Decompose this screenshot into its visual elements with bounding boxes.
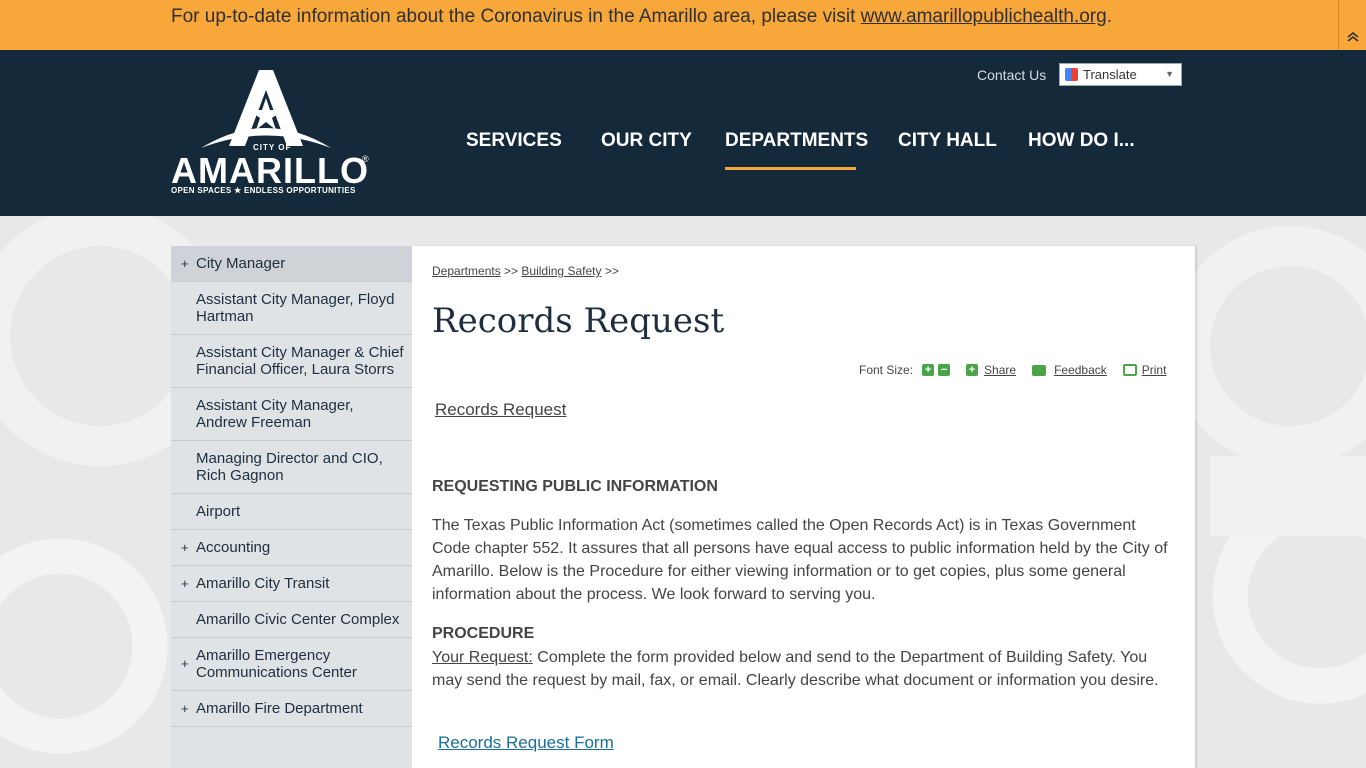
google-translate-icon <box>1065 68 1078 81</box>
print-link[interactable]: Print <box>1142 363 1167 377</box>
page-title: Records Request <box>432 301 725 341</box>
alert-message: For up-to-date information about the Cor… <box>171 6 861 27</box>
sidebar-item-accounting[interactable]: + Accounting <box>171 530 412 566</box>
plus-icon[interactable]: + <box>181 655 189 672</box>
nav-services[interactable]: SERVICES <box>466 130 562 152</box>
procedure-text: Complete the form provided below and sen… <box>432 649 1159 689</box>
nav-our-city[interactable]: OUR CITY <box>601 130 692 152</box>
contact-us-link[interactable]: Contact Us <box>977 67 1046 83</box>
sidebar-nav: + City Manager Assistant City Manager, Fl… <box>171 246 412 768</box>
breadcrumb-departments[interactable]: Departments <box>432 264 501 278</box>
sidebar-item-floyd-hartman[interactable]: Assistant City Manager, Floyd Hartman <box>171 282 412 335</box>
sidebar-item-label: Assistant City Manager & Chief Financial… <box>196 344 404 378</box>
breadcrumb: Departments >> Building Safety >> <box>432 264 619 278</box>
breadcrumb-separator: >> <box>504 264 519 278</box>
font-size-label: Font Size: <box>859 363 914 377</box>
sidebar-item-label: City Manager <box>196 255 286 272</box>
print-icon[interactable] <box>1122 364 1137 376</box>
sidebar-item-andrew-freeman[interactable]: Assistant City Manager, Andrew Freeman <box>171 388 412 441</box>
logo-emblem-icon <box>201 70 331 148</box>
sidebar-item-label: Assistant City Manager, Andrew Freeman <box>196 397 354 431</box>
public-health-link[interactable]: www.amarillopublichealth.org <box>861 6 1107 27</box>
logo-tagline: OPEN SPACES ★ ENDLESS OPPORTUNITIES <box>171 186 356 195</box>
sidebar-item-label: Amarillo Civic Center Complex <box>196 611 400 628</box>
caret-down-icon: ▼ <box>1165 69 1174 79</box>
sidebar-item-rich-gagnon[interactable]: Managing Director and CIO, Rich Gagnon <box>171 441 412 494</box>
main-content: Departments >> Building Safety >> Record… <box>412 246 1195 768</box>
translate-label: Translate <box>1083 67 1137 82</box>
records-request-form-link[interactable]: Records Request Form <box>438 733 614 753</box>
alert-suffix: . <box>1106 6 1112 27</box>
sidebar-item-label: Amarillo Emergency Communications Center <box>196 647 357 681</box>
nav-departments[interactable]: DEPARTMENTS <box>725 130 868 152</box>
alert-text: For up-to-date information about the Cor… <box>171 5 1112 29</box>
feedback-icon[interactable] <box>1032 364 1047 376</box>
font-decrease-icon[interactable]: − <box>938 364 951 376</box>
share-icon[interactable]: + <box>966 364 979 376</box>
sidebar-item-laura-storrs[interactable]: Assistant City Manager & Chief Financial… <box>171 335 412 388</box>
breadcrumb-separator: >> <box>604 264 619 278</box>
chevron-up-icon <box>1347 32 1358 42</box>
section-heading-procedure: PROCEDURE <box>432 625 535 642</box>
sidebar-item-fire-department[interactable]: + Amarillo Fire Department <box>171 691 412 727</box>
share-link[interactable]: Share <box>984 363 1016 377</box>
site-header: CITY OF AMARILLO ® OPEN SPACES ★ ENDLESS… <box>0 50 1366 216</box>
sidebar-item-civic-center[interactable]: Amarillo Civic Center Complex <box>171 602 412 638</box>
breadcrumb-building-safety[interactable]: Building Safety <box>521 264 601 278</box>
intro-paragraph: The Texas Public Information Act (someti… <box>432 517 1168 603</box>
alert-collapse-button[interactable] <box>1338 0 1366 50</box>
sidebar-item-label: Amarillo City Transit <box>196 575 330 592</box>
nav-active-indicator <box>725 167 856 170</box>
sidebar-item-label: Amarillo Fire Department <box>196 700 363 717</box>
registered-mark-icon: ® <box>362 154 369 164</box>
nav-city-hall[interactable]: CITY HALL <box>898 130 997 152</box>
amarillo-logo[interactable]: CITY OF AMARILLO ® OPEN SPACES ★ ENDLESS… <box>171 68 371 198</box>
sidebar-item-city-manager[interactable]: + City Manager <box>171 246 412 282</box>
nav-how-do-i[interactable]: HOW DO I... <box>1028 130 1135 152</box>
sidebar-item-city-transit[interactable]: + Amarillo City Transit <box>171 566 412 602</box>
records-request-link[interactable]: Records Request <box>435 400 566 420</box>
section-heading-requesting: REQUESTING PUBLIC INFORMATION <box>432 478 718 495</box>
sidebar-item-airport[interactable]: Airport <box>171 494 412 530</box>
translate-select[interactable]: Translate ▼ <box>1059 63 1182 86</box>
plus-icon[interactable]: + <box>181 575 189 592</box>
sidebar-item-label: Airport <box>196 503 241 520</box>
page-tools: Font Size: + − + Share Feedback Print <box>859 363 1166 377</box>
sidebar-item-label: Managing Director and CIO, Rich Gagnon <box>196 450 383 484</box>
plus-icon[interactable]: + <box>181 255 189 272</box>
procedure-paragraph: Your Request: Complete the form provided… <box>432 646 1177 692</box>
sidebar-item-label: Assistant City Manager, Floyd Hartman <box>196 291 395 325</box>
your-request-label: Your Request: <box>432 649 533 666</box>
plus-icon[interactable]: + <box>181 700 189 717</box>
sidebar-item-label: Accounting <box>196 539 271 556</box>
plus-icon[interactable]: + <box>181 539 189 556</box>
alert-banner: For up-to-date information about the Cor… <box>0 0 1366 50</box>
font-increase-icon[interactable]: + <box>922 364 935 376</box>
feedback-link[interactable]: Feedback <box>1054 363 1107 377</box>
sidebar-item-emergency-communications[interactable]: + Amarillo Emergency Communications Cente… <box>171 638 412 691</box>
